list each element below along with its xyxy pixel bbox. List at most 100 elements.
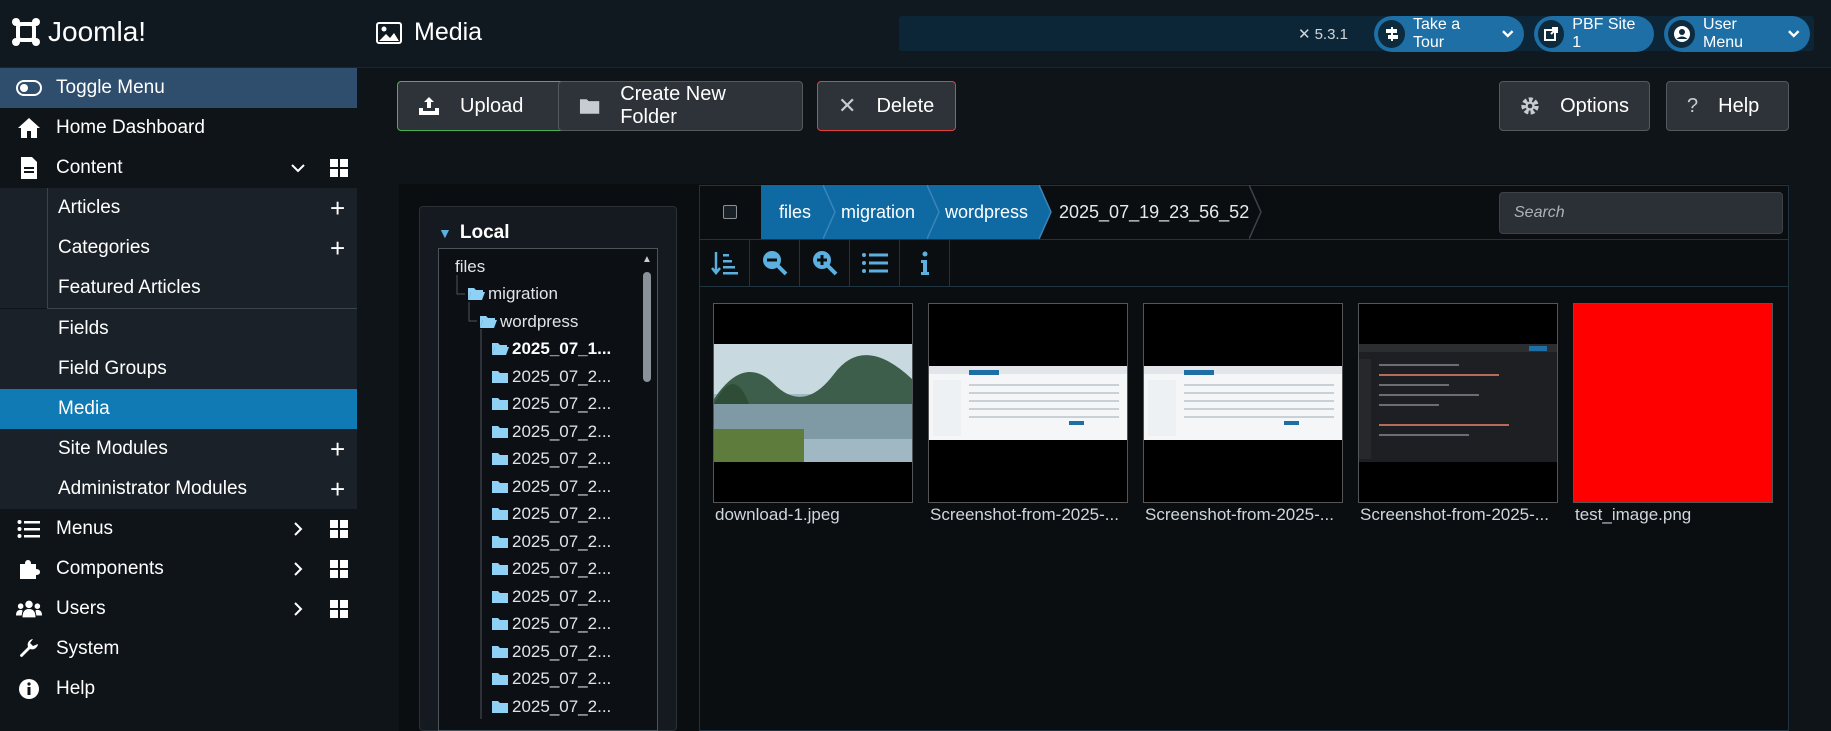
select-all-checkbox[interactable] — [723, 205, 737, 219]
sidebar-item-home-dashboard[interactable]: Home Dashboard — [0, 108, 357, 148]
tree-item-folder[interactable]: 2025_07_2... — [491, 669, 611, 689]
tree-item-label: 2025_07_1... — [512, 339, 612, 358]
gear-icon — [1521, 97, 1539, 115]
sidebar-item-system[interactable]: System — [0, 629, 357, 669]
sidebar-item-field-groups[interactable]: Field Groups — [0, 349, 357, 389]
tree-item-label: 2025_07_2... — [512, 532, 612, 551]
tree-item-folder[interactable]: 2025_07_2... — [491, 532, 611, 552]
version-badge: ✕ 5.3.1 — [1298, 25, 1348, 44]
search-input[interactable]: Search — [1499, 192, 1783, 234]
options-label: Options — [1560, 94, 1629, 117]
sidebar-item-site-modules[interactable]: Site Modules + — [0, 429, 357, 469]
folder-icon — [579, 99, 600, 114]
take-tour-button[interactable]: Take a Tour — [1374, 16, 1524, 52]
tree-item-folder[interactable]: 2025_07_2... — [491, 394, 611, 414]
tree-item-folder[interactable]: 2025_07_2... — [491, 422, 611, 442]
joomla-small-icon: ✕ — [1298, 26, 1311, 43]
thumbnail-screenshot[interactable] — [1143, 303, 1343, 503]
sidebar-item-articles[interactable]: Articles + — [0, 188, 357, 228]
add-icon[interactable]: + — [330, 235, 345, 261]
toggle-menu-label: Toggle Menu — [56, 77, 165, 98]
screenshot-dark-image — [1359, 344, 1557, 462]
toggle-menu[interactable]: Toggle Menu — [0, 68, 357, 108]
thumbnail-landscape[interactable] — [713, 303, 913, 503]
sidebar-item-administrator-modules[interactable]: Administrator Modules + — [0, 469, 357, 509]
thumbnail-screenshot-dark[interactable] — [1358, 303, 1558, 503]
dashboard-grid-icon[interactable] — [330, 520, 348, 538]
breadcrumb-label: 2025_07_19_23_56_52 — [1059, 201, 1250, 222]
sidebar-item-media[interactable]: Media — [0, 389, 357, 429]
info-icon — [920, 251, 929, 275]
scroll-up-icon[interactable]: ▲ — [642, 254, 652, 265]
joomla-logo[interactable]: Joomla! — [10, 16, 146, 48]
info-button[interactable] — [900, 240, 950, 286]
site-link-button[interactable]: PBF Site 1 — [1534, 16, 1654, 52]
sort-button[interactable] — [700, 240, 750, 286]
tree-item-folder[interactable]: 2025_07_2... — [491, 367, 611, 387]
sidebar-item-menus[interactable]: Menus — [0, 509, 357, 549]
thumbnail-red-image[interactable] — [1573, 303, 1773, 503]
help-label: Help — [1718, 94, 1760, 117]
sidebar-item-users[interactable]: Users — [0, 589, 357, 629]
tree-item-folder[interactable]: 2025_07_2... — [491, 504, 611, 524]
delete-label: Delete — [876, 94, 935, 117]
create-folder-button[interactable]: Create New Folder — [558, 81, 803, 131]
sidebar-item-label: Content — [56, 157, 123, 178]
thumbnail-screenshot[interactable] — [928, 303, 1128, 503]
file-icon — [16, 156, 42, 180]
sidebar-item-content[interactable]: Content — [0, 148, 357, 188]
tree-item-folder[interactable]: 2025_07_2... — [491, 697, 611, 717]
tree-scrollbar[interactable]: ▲ — [640, 252, 654, 731]
breadcrumb-files[interactable]: files — [761, 185, 831, 239]
list-view-button[interactable] — [850, 240, 900, 286]
tree-item-folder[interactable]: 2025_07_2... — [491, 559, 611, 579]
tree-title[interactable]: ▼ Local — [438, 222, 509, 244]
scrollbar-thumb[interactable] — [643, 272, 651, 382]
tree-item-current-folder[interactable]: 2025_07_1... — [491, 339, 611, 359]
tree-item-folder[interactable]: 2025_07_2... — [491, 477, 611, 497]
sidebar-item-help[interactable]: Help — [0, 669, 357, 709]
sidebar-item-label: Components — [56, 558, 164, 579]
version-text: 5.3.1 — [1314, 25, 1348, 43]
list-icon — [16, 517, 42, 541]
folder-tree[interactable]: files migration wordpress 2025_07_1... 2… — [438, 248, 658, 731]
add-icon[interactable]: + — [330, 195, 345, 221]
joomla-icon — [12, 18, 40, 46]
sidebar-item-components[interactable]: Components — [0, 549, 357, 589]
breadcrumb-separator — [927, 185, 940, 239]
dashboard-grid-icon[interactable] — [330, 600, 348, 618]
info-icon — [16, 677, 42, 701]
triangle-down-icon: ▼ — [438, 225, 452, 241]
user-menu-button[interactable]: User Menu — [1664, 16, 1810, 52]
tree-item-label: 2025_07_2... — [512, 697, 612, 716]
upload-button[interactable]: Upload — [397, 81, 575, 131]
tree-item-folder[interactable]: 2025_07_2... — [491, 587, 611, 607]
options-button[interactable]: Options — [1499, 81, 1650, 131]
external-link-icon — [1538, 20, 1565, 48]
sidebar-item-label: Site Modules — [58, 438, 168, 459]
page-title-text: Media — [414, 18, 483, 46]
file-name: Screenshot-from-2025-... — [930, 505, 1119, 524]
sidebar-item-featured-articles[interactable]: Featured Articles — [0, 268, 357, 308]
chevron-right-icon — [294, 522, 303, 536]
help-button[interactable]: ? Help — [1666, 81, 1789, 131]
delete-button[interactable]: ✕ Delete — [817, 81, 956, 131]
tree-item-folder[interactable]: 2025_07_2... — [491, 449, 611, 469]
breadcrumb-separator — [823, 185, 836, 239]
breadcrumb-separator — [1249, 185, 1262, 239]
tree-item-folder[interactable]: 2025_07_2... — [491, 642, 611, 662]
tree-item-label: 2025_07_2... — [512, 394, 612, 413]
image-icon — [376, 21, 402, 44]
upload-label: Upload — [460, 94, 524, 117]
tree-item-folder[interactable]: 2025_07_2... — [491, 614, 611, 634]
zoom-out-button[interactable] — [750, 240, 800, 286]
sidebar-item-categories[interactable]: Categories + — [0, 228, 357, 268]
dashboard-grid-icon[interactable] — [330, 560, 348, 578]
sidebar-item-fields[interactable]: Fields — [0, 309, 357, 349]
dashboard-grid-icon[interactable] — [330, 159, 348, 177]
add-icon[interactable]: + — [330, 436, 345, 462]
add-icon[interactable]: + — [330, 476, 345, 502]
zoom-in-button[interactable] — [800, 240, 850, 286]
tree-item-label: 2025_07_2... — [512, 367, 612, 386]
file-name: Screenshot-from-2025-... — [1360, 505, 1549, 524]
